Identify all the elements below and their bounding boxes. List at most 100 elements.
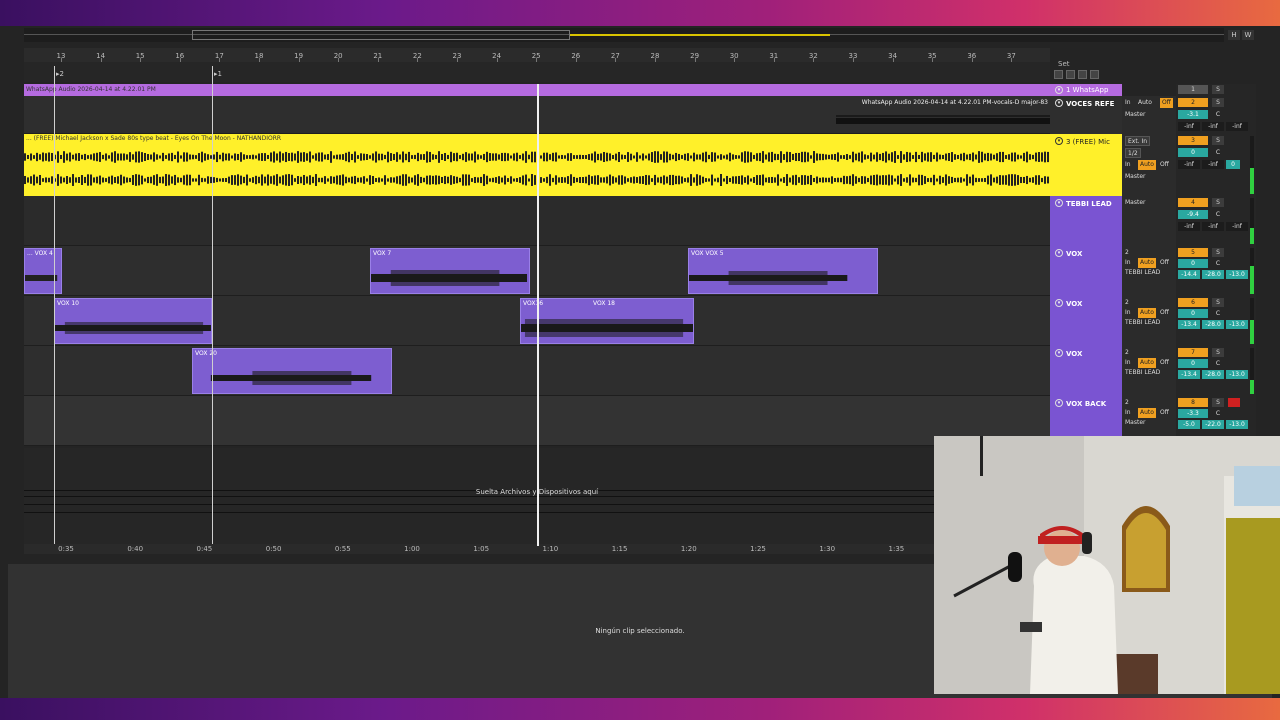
beat-time-ruler[interactable]: 13 14 15 16 17 18 19 20 21 22 23 24 25 26 27 28 29 30 31 32… <box>24 48 1050 62</box>
prev-locator-button[interactable] <box>1054 70 1063 79</box>
record-arm-button[interactable] <box>1228 398 1240 407</box>
audio-clip-vox20[interactable]: VOX 20 <box>192 348 392 394</box>
volume-field[interactable]: 0 <box>1178 259 1208 268</box>
solo-button[interactable]: S <box>1212 136 1224 145</box>
send-level[interactable]: -14.4 <box>1178 270 1200 279</box>
output-select[interactable]: Master <box>1125 418 1146 428</box>
track-header-free-beat[interactable]: ▾ 3 (FREE) Mic <box>1050 134 1122 196</box>
track-header-vox-2[interactable]: ▾ VOX <box>1050 296 1122 346</box>
send-level[interactable]: -28.0 <box>1202 270 1224 279</box>
track-header-whatsapp[interactable]: ▾ 1 WhatsApp <box>1050 84 1122 96</box>
track-activator[interactable]: 5 <box>1178 248 1208 257</box>
fold-icon[interactable]: ▾ <box>1055 349 1063 357</box>
next-locator-button[interactable] <box>1066 70 1075 79</box>
input-channel-select[interactable]: 1/2 <box>1125 148 1141 158</box>
audio-clip[interactable]: WhatsApp Audio 2026-04-14 at 4.22.01 PM-… <box>836 98 1050 132</box>
input-channel-select[interactable]: 2 <box>1125 398 1129 408</box>
track-activator[interactable]: 2 <box>1178 98 1208 107</box>
playhead[interactable] <box>537 84 539 546</box>
output-select[interactable]: Master <box>1125 198 1146 208</box>
audio-clip-vox7[interactable]: VOX 7 <box>370 248 530 294</box>
monitor-off-button[interactable]: Off <box>1160 408 1169 418</box>
send-level[interactable]: -5.0 <box>1178 420 1200 429</box>
input-channel-select[interactable]: 2 <box>1125 248 1129 258</box>
w-button[interactable]: W <box>1242 30 1254 40</box>
send-level[interactable]: -28.0 <box>1202 320 1224 329</box>
volume-field[interactable]: 0 <box>1178 148 1208 157</box>
monitor-in-button[interactable]: In <box>1125 358 1131 368</box>
pan-field[interactable]: C <box>1212 359 1224 368</box>
volume-field[interactable]: -3.3 <box>1178 409 1208 418</box>
monitor-auto-button[interactable]: Auto <box>1138 358 1156 368</box>
monitor-off-button[interactable]: Off <box>1160 98 1173 108</box>
audio-clip-vox16[interactable]: VOX16 VOX 18 <box>520 298 694 344</box>
track-header-vox-1[interactable]: ▾ VOX <box>1050 246 1122 296</box>
fold-icon[interactable]: ▾ <box>1055 199 1063 207</box>
solo-button[interactable]: S <box>1212 248 1224 257</box>
monitor-auto-button[interactable]: Auto <box>1138 408 1156 418</box>
track-header-tebbi-lead[interactable]: ▾ TEBBI LEAD <box>1050 196 1122 246</box>
output-select[interactable]: TEBBI LEAD <box>1125 368 1160 378</box>
send-level[interactable]: -28.0 <box>1202 370 1224 379</box>
output-select[interactable]: TEBBI LEAD <box>1125 318 1160 328</box>
send-level[interactable]: -13.0 <box>1226 420 1248 429</box>
monitor-in-button[interactable]: In <box>1125 258 1131 268</box>
fold-icon[interactable]: ▾ <box>1055 99 1063 107</box>
locator-lane[interactable]: ▸2 ▸1 <box>24 62 1050 82</box>
pan-field[interactable]: C <box>1212 148 1224 157</box>
output-select[interactable]: Master <box>1125 110 1146 120</box>
send-level[interactable]: -13.4 <box>1178 320 1200 329</box>
track-activator[interactable]: 1 <box>1178 85 1208 94</box>
pan-field[interactable]: C <box>1212 309 1224 318</box>
track-activator[interactable]: 8 <box>1178 398 1208 407</box>
monitor-in-button[interactable]: In <box>1125 408 1131 418</box>
monitor-in-button[interactable]: In <box>1125 160 1131 170</box>
monitor-off-button[interactable]: Off <box>1160 308 1169 318</box>
fold-icon[interactable]: ▾ <box>1055 299 1063 307</box>
set-locator-button[interactable] <box>1078 70 1087 79</box>
fold-icon[interactable]: ▾ <box>1055 399 1063 407</box>
send-level[interactable]: -13.0 <box>1226 270 1248 279</box>
track-header-vox-3[interactable]: ▾ VOX <box>1050 346 1122 396</box>
monitor-in-button[interactable]: In <box>1125 98 1131 108</box>
input-channel-select[interactable]: 2 <box>1125 298 1129 308</box>
loop-region-button[interactable] <box>1090 70 1099 79</box>
volume-field[interactable]: -3.1 <box>1178 110 1208 119</box>
track-activator[interactable]: 7 <box>1178 348 1208 357</box>
overview-visible-window[interactable] <box>192 30 570 40</box>
audio-clip-vox10[interactable]: VOX 10 <box>54 298 212 344</box>
output-select[interactable]: Master <box>1125 172 1146 182</box>
monitor-auto-button[interactable]: Auto <box>1138 258 1156 268</box>
fold-icon[interactable]: ▾ <box>1055 249 1063 257</box>
pan-field[interactable]: C <box>1212 409 1224 418</box>
monitor-off-button[interactable]: Off <box>1160 258 1169 268</box>
monitor-off-button[interactable]: Off <box>1160 358 1169 368</box>
locator-marker[interactable]: ▸2 <box>56 70 64 78</box>
solo-button[interactable]: S <box>1212 348 1224 357</box>
solo-button[interactable]: S <box>1212 398 1224 407</box>
input-channel-select[interactable]: 2 <box>1125 348 1129 358</box>
send-level[interactable]: -13.0 <box>1226 370 1248 379</box>
input-type-select[interactable]: Ext. In <box>1125 136 1151 146</box>
send-level[interactable]: -13.0 <box>1226 320 1248 329</box>
fold-icon[interactable]: ▾ <box>1055 86 1063 94</box>
track-header-voces-refe[interactable]: ▾ VOCES REFE <box>1050 96 1122 134</box>
pan-field[interactable]: C <box>1212 210 1224 219</box>
monitor-auto-button[interactable]: Auto <box>1138 98 1152 108</box>
solo-button[interactable]: S <box>1212 198 1224 207</box>
solo-button[interactable]: S <box>1212 98 1224 107</box>
send-level[interactable]: -13.4 <box>1178 370 1200 379</box>
audio-clip-vox5[interactable]: VOX VOX 5 <box>688 248 878 294</box>
monitor-auto-button[interactable]: Auto <box>1138 160 1156 170</box>
locator-marker[interactable]: ▸1 <box>214 70 222 78</box>
fold-icon[interactable]: ▾ <box>1055 137 1063 145</box>
solo-button[interactable]: S <box>1212 85 1224 94</box>
arrangement-overview[interactable] <box>24 28 1224 42</box>
output-select[interactable]: TEBBI LEAD <box>1125 268 1160 278</box>
pan-field[interactable]: C <box>1212 110 1224 119</box>
h-button[interactable]: H <box>1228 30 1240 40</box>
track-activator[interactable]: 3 <box>1178 136 1208 145</box>
send-level[interactable]: -22.0 <box>1202 420 1224 429</box>
audio-clip-vox4[interactable]: ... VOX 4 <box>24 248 62 294</box>
volume-field[interactable]: 0 <box>1178 309 1208 318</box>
